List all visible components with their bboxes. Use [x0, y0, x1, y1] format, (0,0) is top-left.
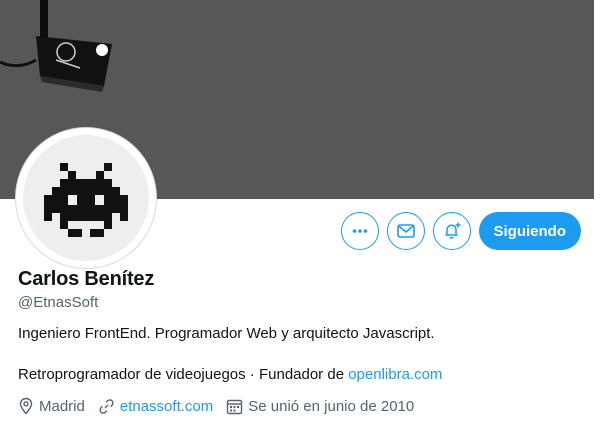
- banner-edge: [594, 0, 601, 199]
- calendar-icon: [227, 399, 243, 414]
- more-icon: [352, 229, 367, 233]
- message-button[interactable]: [386, 212, 425, 250]
- bio-text: Retroprogramador de videojuegos · Fundad…: [18, 366, 349, 383]
- joined-item: Se unió en junio de 2010: [226, 398, 414, 415]
- more-button[interactable]: [340, 212, 379, 250]
- bell-plus-icon: [444, 222, 460, 239]
- bio-line-2: Retroprogramador de videojuegos · Fundad…: [18, 366, 442, 383]
- following-label: Siguiendo: [493, 222, 567, 240]
- location-pin-icon: [19, 397, 33, 415]
- notifications-button[interactable]: [432, 212, 471, 250]
- avatar[interactable]: [16, 128, 156, 268]
- bio-link[interactable]: openlibra.com: [348, 366, 442, 383]
- website-link[interactable]: etnassoft.com: [120, 398, 213, 415]
- link-icon: [99, 398, 114, 414]
- avatar-image: [23, 135, 149, 261]
- location-text: Madrid: [39, 397, 85, 415]
- bio-line-1: Ingeniero FrontEnd. Programador Web y ar…: [18, 325, 435, 342]
- profile-handle: @EtnasSoft: [18, 294, 99, 311]
- mail-icon: [396, 224, 415, 238]
- profile-actions: Siguiendo: [340, 212, 581, 250]
- joystick-illustration: [0, 0, 112, 92]
- space-invader-icon: [44, 163, 128, 237]
- following-button[interactable]: Siguiendo: [478, 212, 581, 250]
- profile-name: Carlos Benítez: [18, 268, 155, 290]
- profile-meta: Madrid etnassoft.com Se unió en junio de…: [18, 397, 427, 415]
- location-item: Madrid: [18, 397, 85, 415]
- joined-text: Se unió en junio de 2010: [248, 397, 415, 415]
- website-item: etnassoft.com: [98, 398, 213, 415]
